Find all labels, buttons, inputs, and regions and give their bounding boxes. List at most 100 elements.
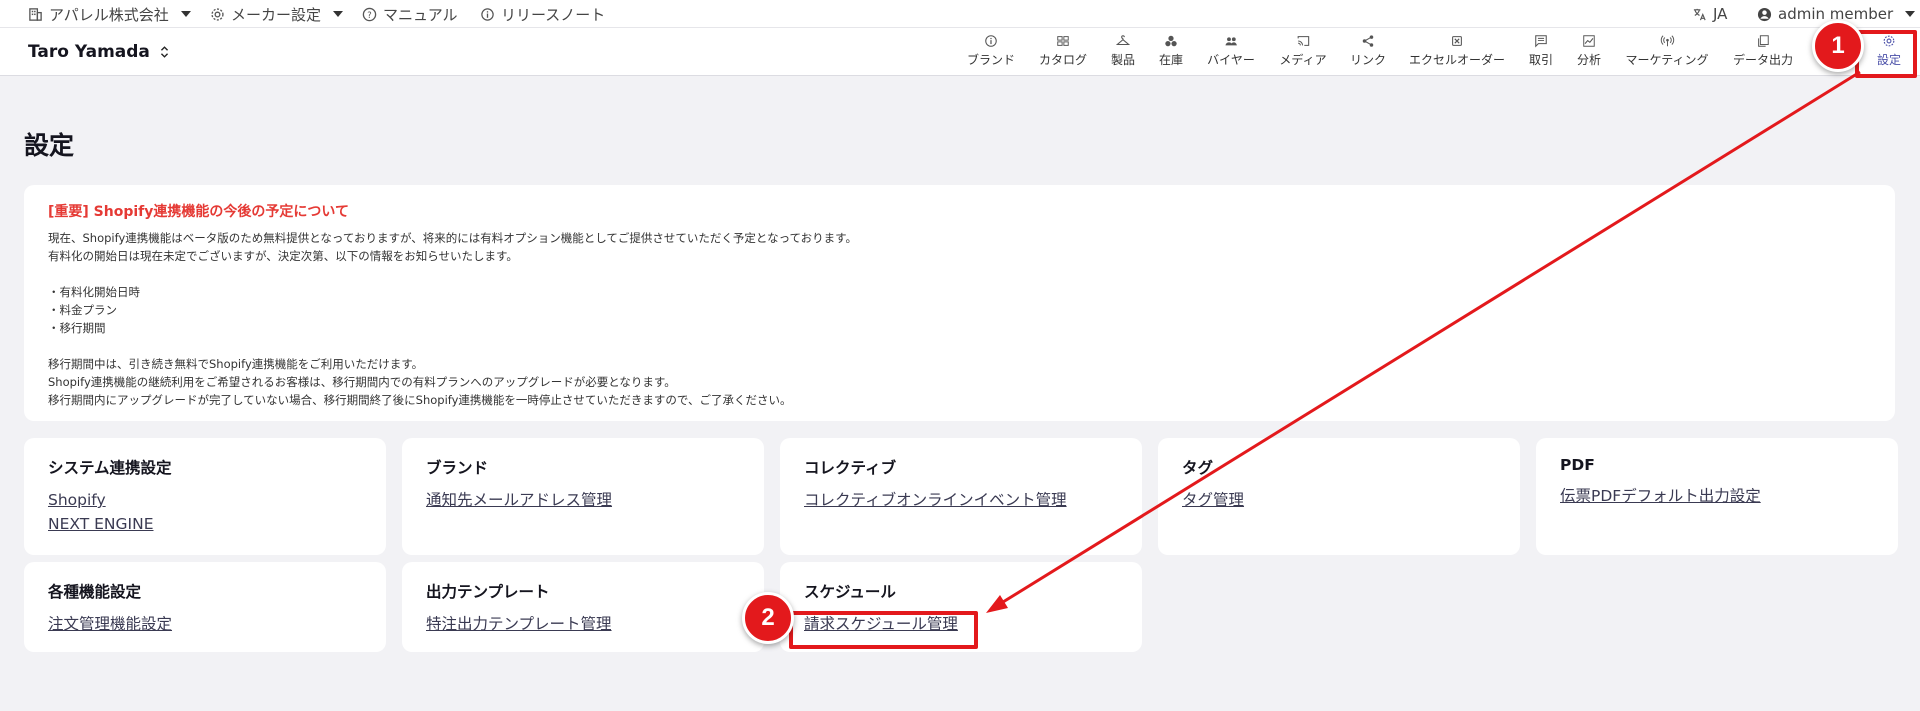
notice-title: [重要] Shopify連携機能の今後の予定について (48, 204, 349, 220)
notice-line: ・料金プラン (48, 303, 117, 317)
nav-brand[interactable]: ブランド (967, 34, 1015, 72)
nav-label: データ出力 (1732, 53, 1794, 67)
card-title: スケジュール (804, 583, 896, 601)
nav-label: 分析 (1576, 53, 1602, 67)
nav-analytics[interactable]: 分析 (1577, 34, 1601, 72)
chevron-down-icon (180, 11, 191, 17)
shopify-notice: [重要] Shopify連携機能の今後の予定について 現在、Shopify連携機… (24, 185, 1895, 421)
hanger-icon (1115, 35, 1130, 46)
nav-transactions[interactable]: 取引 (1529, 34, 1553, 72)
building-icon (29, 7, 42, 21)
svg-text:?: ? (367, 9, 371, 19)
pdf-default-output-link[interactable]: 伝票PDFデフォルト出力設定 (1560, 484, 1874, 508)
nav-label: ブランド (966, 53, 1016, 67)
nav-label: 製品 (1110, 53, 1136, 67)
info-icon (481, 7, 494, 21)
shopify-link[interactable]: Shopify (48, 488, 362, 512)
card-title: 出力テンプレート (426, 583, 550, 601)
catalog-icon (1057, 36, 1069, 46)
company-switcher[interactable]: アパレル株式会社 (28, 0, 191, 28)
users-icon (1225, 37, 1237, 46)
notification-email-link[interactable]: 通知先メールアドレス管理 (426, 488, 740, 512)
boxes-icon (1165, 35, 1177, 47)
nav-label: メディア (1279, 53, 1327, 67)
top-utility-bar: アパレル株式会社 メーカー設定 ? マニュアル リリースノート JA admin… (0, 0, 1920, 28)
card-brand: ブランド 通知先メールアドレス管理 (402, 438, 764, 555)
card-title: タグ (1182, 459, 1214, 477)
nav-catalog[interactable]: カタログ (1039, 34, 1087, 72)
card-title: システム連携設定 (48, 459, 172, 477)
nav-inventory[interactable]: 在庫 (1159, 34, 1183, 72)
nav-media[interactable]: メディア (1279, 34, 1327, 72)
notice-line: 移行期間内にアップグレードが完了していない場合、移行期間終了後にShopify連… (48, 393, 792, 407)
tag-management-link[interactable]: タグ管理 (1182, 488, 1496, 512)
notice-line (48, 337, 1871, 355)
manual-label: マニュアル (383, 5, 458, 24)
notice-line (48, 265, 1871, 283)
nav-data-export[interactable]: データ出力 (1733, 34, 1793, 72)
nav-products[interactable]: 製品 (1111, 34, 1135, 72)
chevron-up-down-icon (160, 46, 168, 58)
highlight-settings-box (1855, 30, 1917, 78)
info-icon (985, 35, 997, 47)
translate-icon (1693, 8, 1706, 20)
copy-icon (1758, 35, 1769, 47)
language-label: JA (1713, 5, 1728, 23)
maker-settings-label: メーカー設定 (231, 5, 322, 24)
release-notes-link[interactable]: リリースノート (480, 0, 605, 28)
cast-icon (1297, 36, 1309, 46)
notice-line: ・移行期間 (48, 321, 106, 335)
step-badge-2: 2 (742, 592, 794, 644)
excel-icon (1452, 36, 1462, 46)
release-notes-label: リリースノート (501, 5, 606, 24)
card-title: 各種機能設定 (48, 583, 142, 601)
nav-label: 在庫 (1158, 53, 1184, 67)
maker-settings-menu[interactable]: メーカー設定 (210, 0, 344, 28)
nav-buyers[interactable]: バイヤー (1207, 34, 1255, 72)
nav-links[interactable]: リンク (1350, 34, 1386, 72)
notice-line: 有料化の開始日は現在未定でございますが、決定次第、以下の情報をお知らせいたします… (48, 249, 518, 263)
card-title: PDF (1560, 456, 1595, 474)
manual-link[interactable]: ? マニュアル (362, 0, 458, 28)
user-circle-icon (1757, 7, 1772, 21)
collective-online-event-link[interactable]: コレクティブオンラインイベント管理 (804, 488, 1118, 512)
notice-line: Shopify連携機能の継続利用をご希望されるお客様は、移行期間内での有料プラン… (48, 375, 676, 389)
language-switcher[interactable]: JA (1692, 0, 1727, 28)
card-pdf: PDF 伝票PDFデフォルト出力設定 (1536, 438, 1898, 555)
notice-line: 現在、Shopify連携機能はベータ版のため無料提供となっておりますが、将来的に… (48, 231, 858, 245)
gear-icon (211, 7, 224, 21)
card-collective: コレクティブ コレクティブオンラインイベント管理 (780, 438, 1142, 555)
step-badge-1: 1 (1812, 20, 1864, 72)
nav-marketing[interactable]: マーケティング (1625, 34, 1709, 72)
card-tag: タグ タグ管理 (1158, 438, 1520, 555)
account-switcher[interactable]: Taro Yamada (28, 28, 169, 76)
help-icon: ? (362, 7, 377, 21)
notice-line: ・有料化開始日時 (48, 285, 140, 299)
broadcast-icon (1660, 35, 1674, 47)
main-navbar: Taro Yamada ブランド カタログ 製品 在庫 バイヤー メディア リン… (0, 28, 1920, 76)
nav-excel-order[interactable]: エクセルオーダー (1409, 34, 1505, 72)
highlight-billing-schedule-box (789, 611, 978, 649)
nav-label: エクセルオーダー (1408, 53, 1506, 67)
custom-output-template-link[interactable]: 特注出力テンプレート管理 (426, 612, 740, 636)
card-title: コレクティブ (804, 459, 897, 477)
order-management-settings-link[interactable]: 注文管理機能設定 (48, 612, 362, 636)
message-icon (1535, 35, 1547, 48)
account-name: Taro Yamada (28, 42, 150, 62)
nav-label: リンク (1349, 53, 1387, 67)
share-icon (1362, 35, 1374, 47)
next-engine-link[interactable]: NEXT ENGINE (48, 512, 362, 536)
chart-icon (1583, 35, 1595, 47)
nav-label: バイヤー (1207, 53, 1255, 67)
card-output-template: 出力テンプレート 特注出力テンプレート管理 (402, 562, 764, 652)
notice-line: 移行期間中は、引き続き無料でShopify連携機能をご利用いただけます。 (48, 357, 424, 371)
card-feature-settings: 各種機能設定 注文管理機能設定 (24, 562, 386, 652)
nav-label: 取引 (1528, 53, 1554, 67)
nav-label: カタログ (1038, 53, 1088, 67)
card-system-integration: システム連携設定 Shopify NEXT ENGINE (24, 438, 386, 555)
card-title: ブランド (426, 459, 489, 477)
page-title: 設定 (24, 131, 75, 160)
chevron-down-icon (333, 11, 344, 17)
nav-label: マーケティング (1625, 53, 1709, 67)
chevron-down-icon (1905, 11, 1916, 17)
